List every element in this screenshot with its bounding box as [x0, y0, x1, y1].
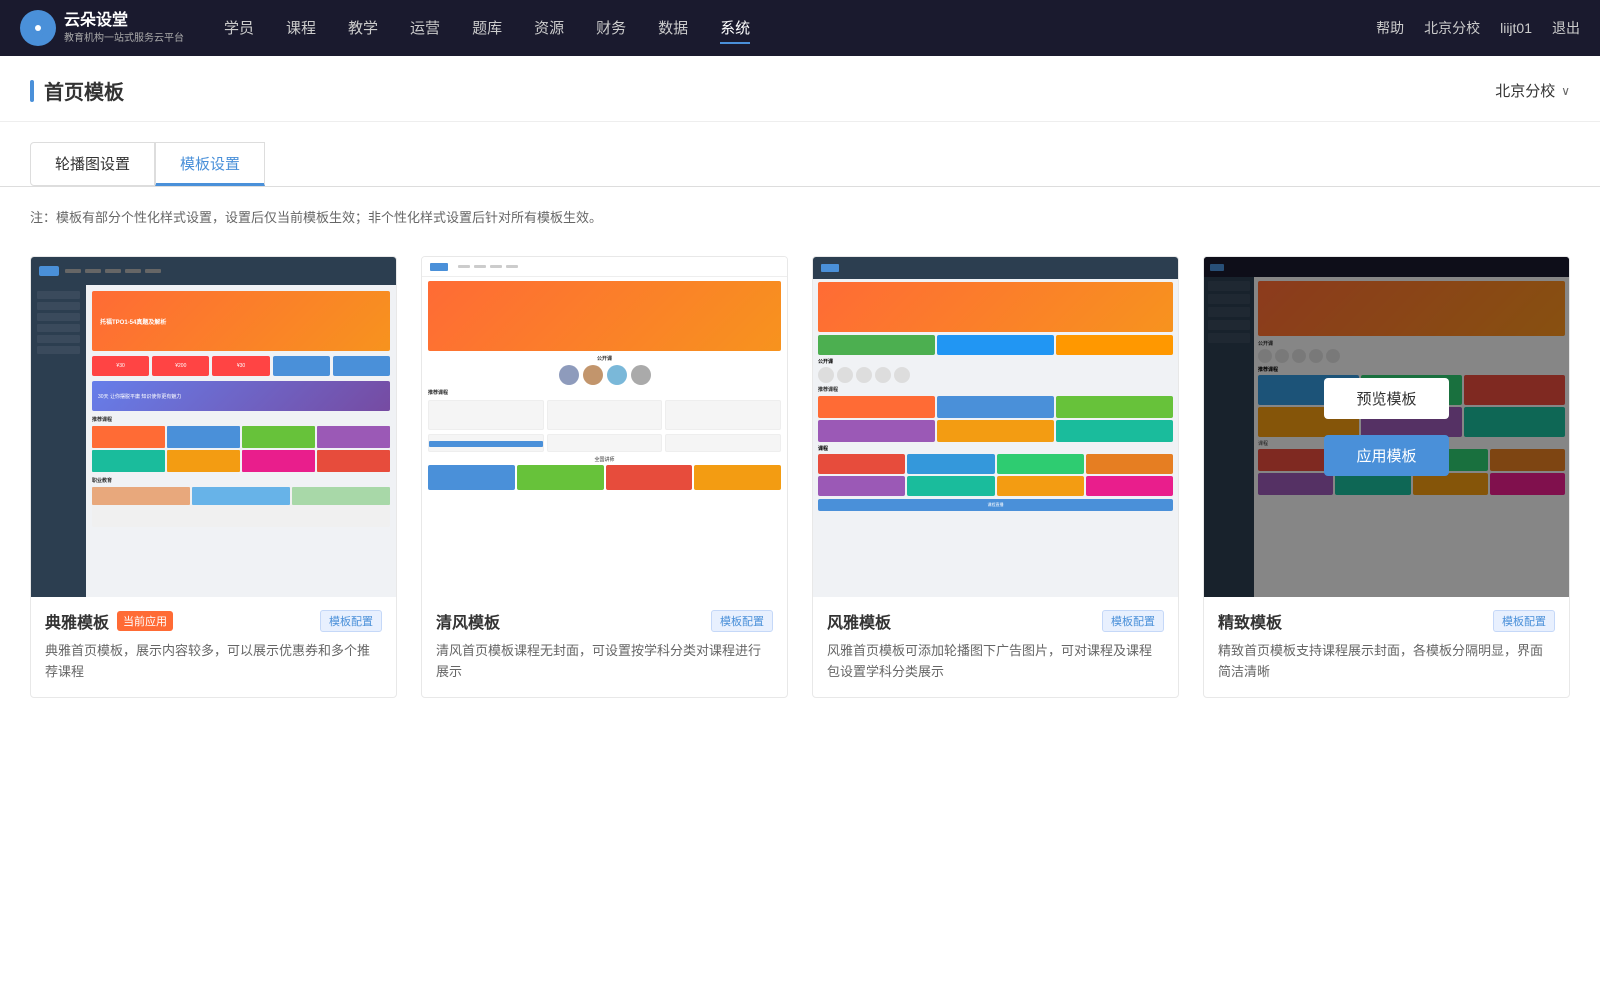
nav-right: 帮助 北京分校 liijt01 退出: [1376, 18, 1580, 38]
nav-item-questions[interactable]: 题库: [472, 13, 502, 44]
logo-icon: [20, 10, 56, 46]
tabs-container: 轮播图设置 模板设置: [0, 122, 1600, 187]
nav-item-resources[interactable]: 资源: [534, 13, 564, 44]
page-title-wrap: 首页模板: [30, 76, 124, 105]
branch-selector[interactable]: 北京分校 ∨: [1495, 80, 1570, 101]
config-button-2[interactable]: 模板配置: [711, 610, 773, 632]
nav-item-teaching[interactable]: 教学: [348, 13, 378, 44]
template-preview-3[interactable]: 公开课 推荐课程: [813, 257, 1178, 597]
template-desc-4: 精致首页模板支持课程展示封面，各模板分隔明显，界面简洁清晰: [1218, 641, 1555, 691]
config-button-3[interactable]: 模板配置: [1102, 610, 1164, 632]
apply-button-2[interactable]: 应用模板: [542, 435, 666, 476]
template-overlay-4: 预览模板 应用模板: [1204, 257, 1569, 597]
template-preview-2[interactable]: 公开课 推荐课程: [422, 257, 787, 597]
template-card-4: 公开课 推荐课程: [1203, 256, 1570, 698]
nav-branch[interactable]: 北京分校: [1424, 18, 1480, 38]
nav-item-data[interactable]: 数据: [658, 13, 688, 44]
template-preview-1[interactable]: 托福TPO1-54真题及解析 ¥30 ¥200 ¥30 30天 让你摆脱平庸 知…: [31, 257, 396, 597]
template-name-4: 精致模板: [1218, 609, 1282, 633]
nav-menu: 学员 课程 教学 运营 题库 资源 财务 数据 系统: [224, 13, 1376, 44]
title-bar-accent: [30, 80, 34, 102]
nav-user[interactable]: liijt01: [1500, 20, 1532, 36]
nav-item-operations[interactable]: 运营: [410, 13, 440, 44]
template-preview-4[interactable]: 公开课 推荐课程: [1204, 257, 1569, 597]
nav-logout[interactable]: 退出: [1552, 18, 1580, 38]
main-page: 首页模板 北京分校 ∨ 轮播图设置 模板设置 注：模板有部分个性化样式设置，设置…: [0, 56, 1600, 990]
preview-button-4[interactable]: 预览模板: [1324, 378, 1448, 419]
logo-text: 云朵设堂 教育机构一站式服务云平台: [64, 11, 184, 45]
templates-grid: 托福TPO1-54真题及解析 ¥30 ¥200 ¥30 30天 让你摆脱平庸 知…: [0, 246, 1600, 738]
tab-template[interactable]: 模板设置: [155, 142, 265, 186]
template-footer-4: 精致模板 模板配置 精致首页模板支持课程展示封面，各模板分隔明显，界面简洁清晰: [1204, 597, 1569, 697]
template-card-1: 托福TPO1-54真题及解析 ¥30 ¥200 ¥30 30天 让你摆脱平庸 知…: [30, 256, 397, 698]
apply-button-1[interactable]: 应用模板: [151, 435, 275, 476]
template-name-3: 风雅模板: [827, 609, 891, 633]
template-card-3: 公开课 推荐课程: [812, 256, 1179, 698]
nav-help[interactable]: 帮助: [1376, 18, 1404, 38]
template-footer-3: 风雅模板 模板配置 风雅首页模板可添加轮播图下广告图片，可对课程及课程包设置学科…: [813, 597, 1178, 697]
template-footer-1: 典雅模板 当前应用 模板配置 典雅首页模板，展示内容较多，可以展示优惠券和多个推…: [31, 597, 396, 697]
note-text: 注：模板有部分个性化样式设置，设置后仅当前模板生效；非个性化样式设置后针对所有模…: [0, 187, 1600, 246]
config-button-1[interactable]: 模板配置: [320, 610, 382, 632]
template-desc-3: 风雅首页模板可添加轮播图下广告图片，可对课程及课程包设置学科分类展示: [827, 641, 1164, 691]
preview-button-3[interactable]: 预览模板: [933, 378, 1057, 419]
apply-button-3[interactable]: 应用模板: [933, 435, 1057, 476]
nav-item-finance[interactable]: 财务: [596, 13, 626, 44]
preview-button-1[interactable]: 预览模板: [151, 378, 275, 419]
page-title: 首页模板: [44, 76, 124, 105]
page-header: 首页模板 北京分校 ∨: [0, 56, 1600, 122]
chevron-down-icon: ∨: [1561, 84, 1570, 98]
template-card-2: 公开课 推荐课程: [421, 256, 788, 698]
branch-name: 北京分校: [1495, 80, 1555, 101]
current-badge-1: 当前应用: [117, 611, 173, 631]
template-name-1: 典雅模板: [45, 609, 109, 633]
nav-item-students[interactable]: 学员: [224, 13, 254, 44]
preview-button-2[interactable]: 预览模板: [542, 378, 666, 419]
apply-button-4[interactable]: 应用模板: [1324, 435, 1448, 476]
nav-item-courses[interactable]: 课程: [286, 13, 316, 44]
template-desc-1: 典雅首页模板，展示内容较多，可以展示优惠券和多个推荐课程: [45, 641, 382, 691]
config-button-4[interactable]: 模板配置: [1493, 610, 1555, 632]
nav-item-system[interactable]: 系统: [720, 13, 750, 44]
template-name-2: 清风模板: [436, 609, 500, 633]
template-desc-2: 清风首页模板课程无封面，可设置按学科分类对课程进行展示: [436, 641, 773, 691]
tab-carousel[interactable]: 轮播图设置: [30, 142, 155, 186]
logo[interactable]: 云朵设堂 教育机构一站式服务云平台: [20, 10, 184, 46]
navbar: 云朵设堂 教育机构一站式服务云平台 学员 课程 教学 运营 题库 资源 财务 数…: [0, 0, 1600, 56]
template-footer-2: 清风模板 模板配置 清风首页模板课程无封面，可设置按学科分类对课程进行展示: [422, 597, 787, 697]
